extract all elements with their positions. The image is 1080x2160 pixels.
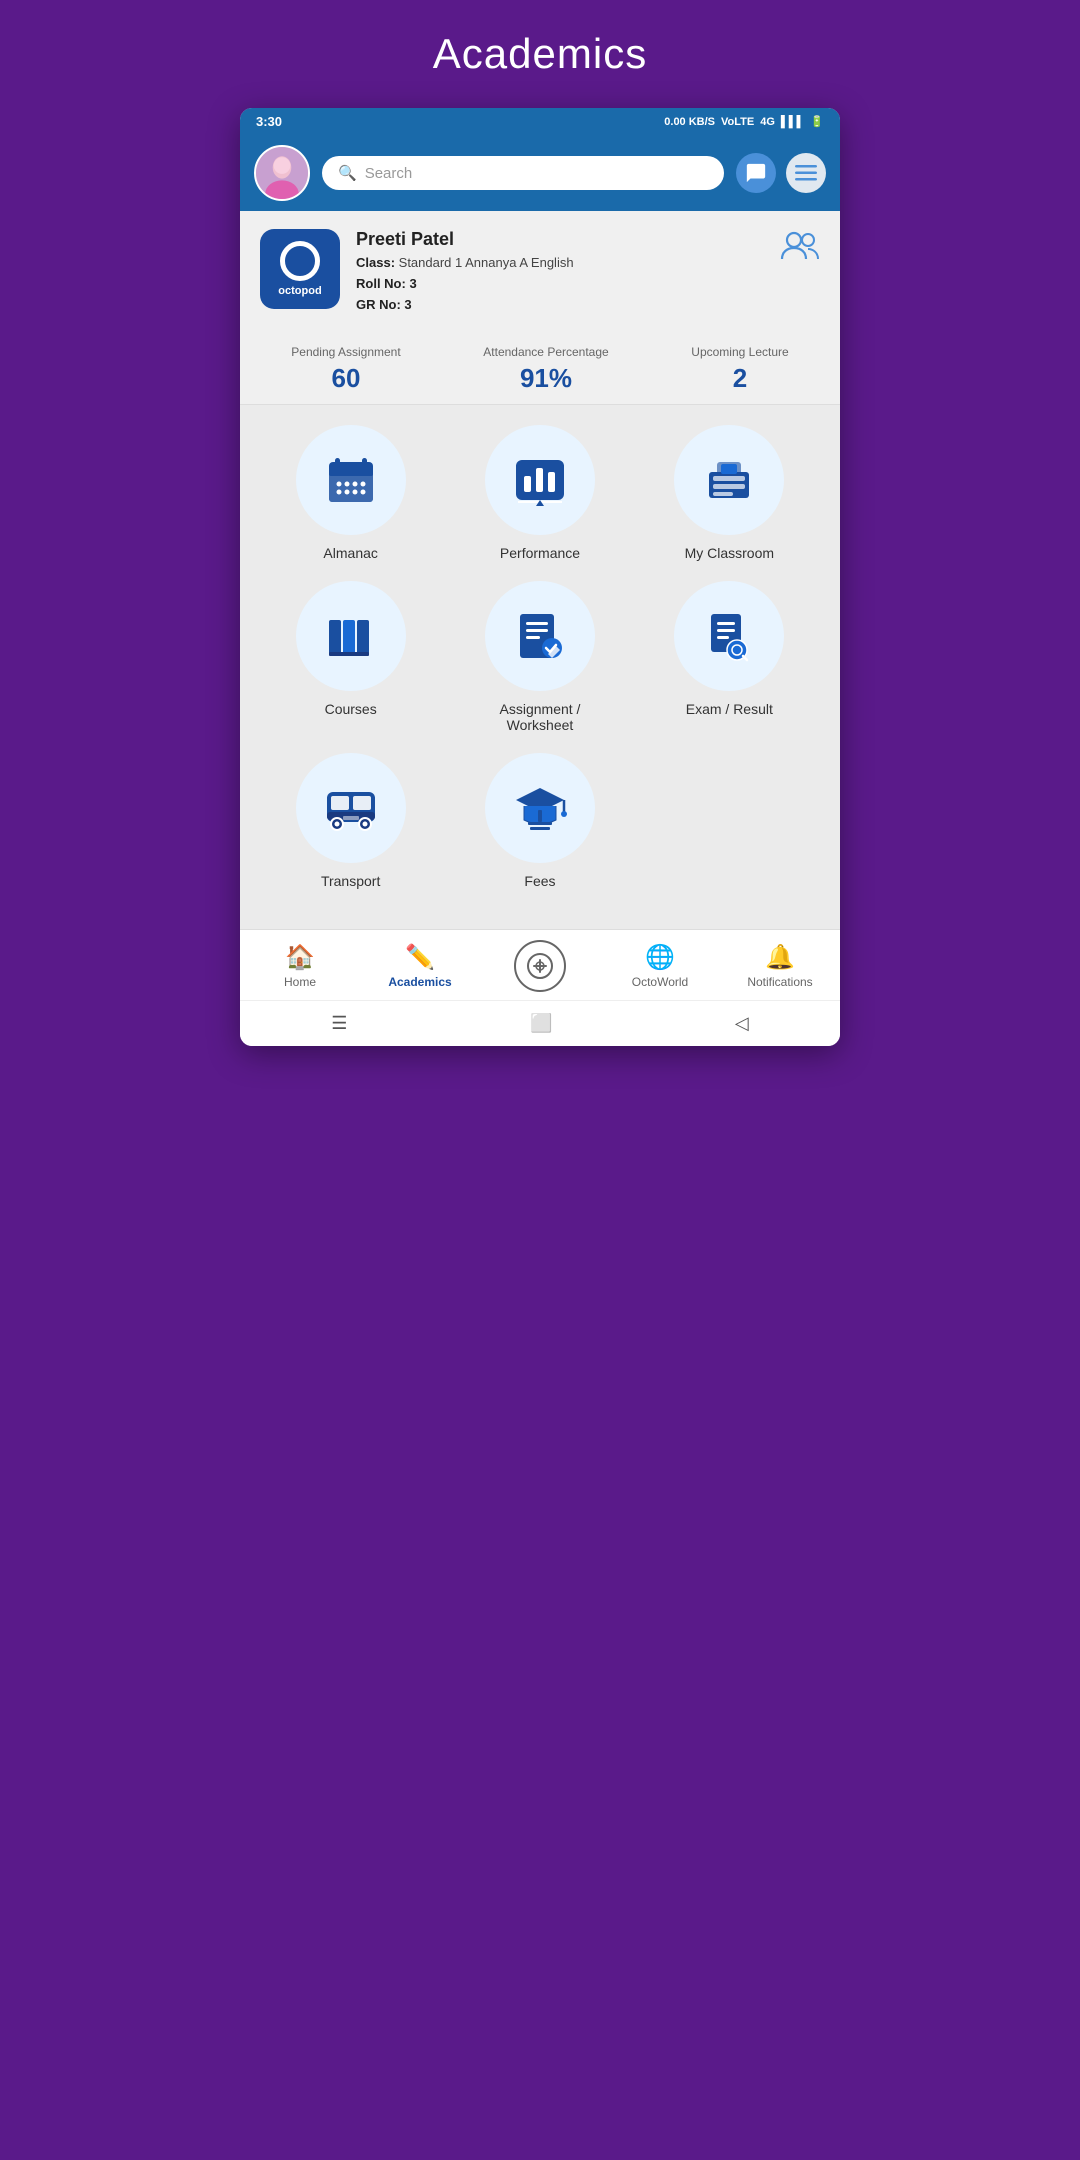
profile-gr: GR No: 3 [356, 295, 764, 316]
grid-item-performance[interactable]: Performance [470, 425, 610, 561]
menu-grid: Almanac Performance [240, 405, 840, 929]
network-speed: 0.00 KB/S [664, 116, 715, 128]
search-text: Search [365, 165, 413, 182]
exam-label: Exam / Result [686, 701, 773, 717]
nav-octoworld-label: OctoWorld [632, 975, 688, 989]
fees-icon-circle [485, 753, 595, 863]
nav-item-notifications[interactable]: 🔔 Notifications [740, 943, 820, 989]
status-time: 3:30 [256, 114, 282, 129]
menu-button[interactable] [786, 153, 826, 193]
carrier: VoLTE [721, 116, 754, 128]
grid-item-assignment[interactable]: Assignment /Worksheet [470, 581, 610, 733]
nav-academics-label: Academics [388, 975, 451, 989]
nav-home-label: Home [284, 975, 316, 989]
android-nav: ☰ ⬜ ◁ [240, 1000, 840, 1046]
battery-icon: 🔋 [810, 115, 824, 128]
nav-item-academics[interactable]: ✏️ Academics [380, 943, 460, 989]
search-icon: 🔍 [338, 164, 357, 182]
transport-label: Transport [321, 873, 380, 889]
page-title: Academics [433, 30, 647, 78]
status-bar: 3:30 0.00 KB/S VoLTE 4G ▌▌▌ 🔋 [240, 108, 840, 135]
stat-attendance-label: Attendance Percentage [483, 345, 608, 359]
stat-pending-value: 60 [291, 363, 400, 394]
network-type: 4G [760, 116, 775, 128]
center-icon [514, 940, 566, 992]
my-classroom-icon-circle [674, 425, 784, 535]
stat-attendance-value: 91% [483, 363, 608, 394]
assignment-icon-circle [485, 581, 595, 691]
performance-label: Performance [500, 545, 580, 561]
grid-item-my-classroom[interactable]: My Classroom [659, 425, 799, 561]
profile-roll: Roll No: 3 [356, 274, 764, 295]
header-icons [736, 153, 826, 193]
android-home-btn[interactable]: ⬜ [530, 1013, 552, 1034]
fees-label: Fees [524, 873, 555, 889]
search-bar[interactable]: 🔍 Search [322, 156, 724, 190]
user-avatar[interactable] [254, 145, 310, 201]
grid-item-transport[interactable]: Transport [281, 753, 421, 889]
courses-label: Courses [325, 701, 377, 717]
profile-name: Preeti Patel [356, 229, 764, 250]
group-icon[interactable] [780, 229, 820, 268]
exam-icon-circle [674, 581, 784, 691]
stat-lecture-value: 2 [691, 363, 788, 394]
grid-item-courses[interactable]: Courses [281, 581, 421, 733]
profile-class: Class: Standard 1 Annanya A English [356, 253, 764, 274]
stat-attendance[interactable]: Attendance Percentage 91% [483, 345, 608, 394]
assignment-label: Assignment /Worksheet [500, 701, 581, 733]
nav-notifications-label: Notifications [747, 975, 812, 989]
phone-frame: 3:30 0.00 KB/S VoLTE 4G ▌▌▌ 🔋 🔍 Search [240, 108, 840, 1046]
grid-item-exam[interactable]: Exam / Result [659, 581, 799, 733]
profile-card: octopod Preeti Patel Class: Standard 1 A… [260, 229, 820, 315]
nav-item-center[interactable] [500, 940, 580, 992]
almanac-label: Almanac [323, 545, 377, 561]
grid-item-almanac[interactable]: Almanac [281, 425, 421, 561]
nav-item-home[interactable]: 🏠 Home [260, 943, 340, 989]
app-header: 🔍 Search [240, 135, 840, 211]
profile-section: octopod Preeti Patel Class: Standard 1 A… [240, 211, 840, 329]
grid-row-1: Almanac Performance [256, 425, 824, 561]
almanac-icon-circle [296, 425, 406, 535]
bottom-nav: 🏠 Home ✏️ Academics 🌐 OctoWorld 🔔 Notifi… [240, 929, 840, 1000]
android-menu-btn[interactable]: ☰ [331, 1013, 347, 1034]
grid-row-2: Courses Assignment /Worksheet [256, 581, 824, 733]
academics-icon: ✏️ [405, 943, 435, 972]
transport-icon-circle [296, 753, 406, 863]
stat-lecture-label: Upcoming Lecture [691, 345, 788, 359]
chat-button[interactable] [736, 153, 776, 193]
courses-icon-circle [296, 581, 406, 691]
octoworld-icon: 🌐 [645, 943, 675, 972]
signal-icon: ▌▌▌ [781, 116, 804, 128]
my-classroom-label: My Classroom [685, 545, 774, 561]
notifications-icon: 🔔 [765, 943, 795, 972]
home-icon: 🏠 [285, 943, 315, 972]
status-right: 0.00 KB/S VoLTE 4G ▌▌▌ 🔋 [664, 115, 824, 128]
octopod-logo: octopod [260, 229, 340, 309]
profile-info: Preeti Patel Class: Standard 1 Annanya A… [356, 229, 764, 315]
stat-pending[interactable]: Pending Assignment 60 [291, 345, 400, 394]
grid-item-fees[interactable]: Fees [470, 753, 610, 889]
octopod-logo-text: octopod [278, 285, 321, 297]
nav-item-octoworld[interactable]: 🌐 OctoWorld [620, 943, 700, 989]
performance-icon-circle [485, 425, 595, 535]
android-back-btn[interactable]: ◁ [735, 1013, 749, 1034]
stat-lecture[interactable]: Upcoming Lecture 2 [691, 345, 788, 394]
stat-pending-label: Pending Assignment [291, 345, 400, 359]
stats-row: Pending Assignment 60 Attendance Percent… [240, 329, 840, 405]
grid-row-3: Transport [256, 753, 824, 889]
